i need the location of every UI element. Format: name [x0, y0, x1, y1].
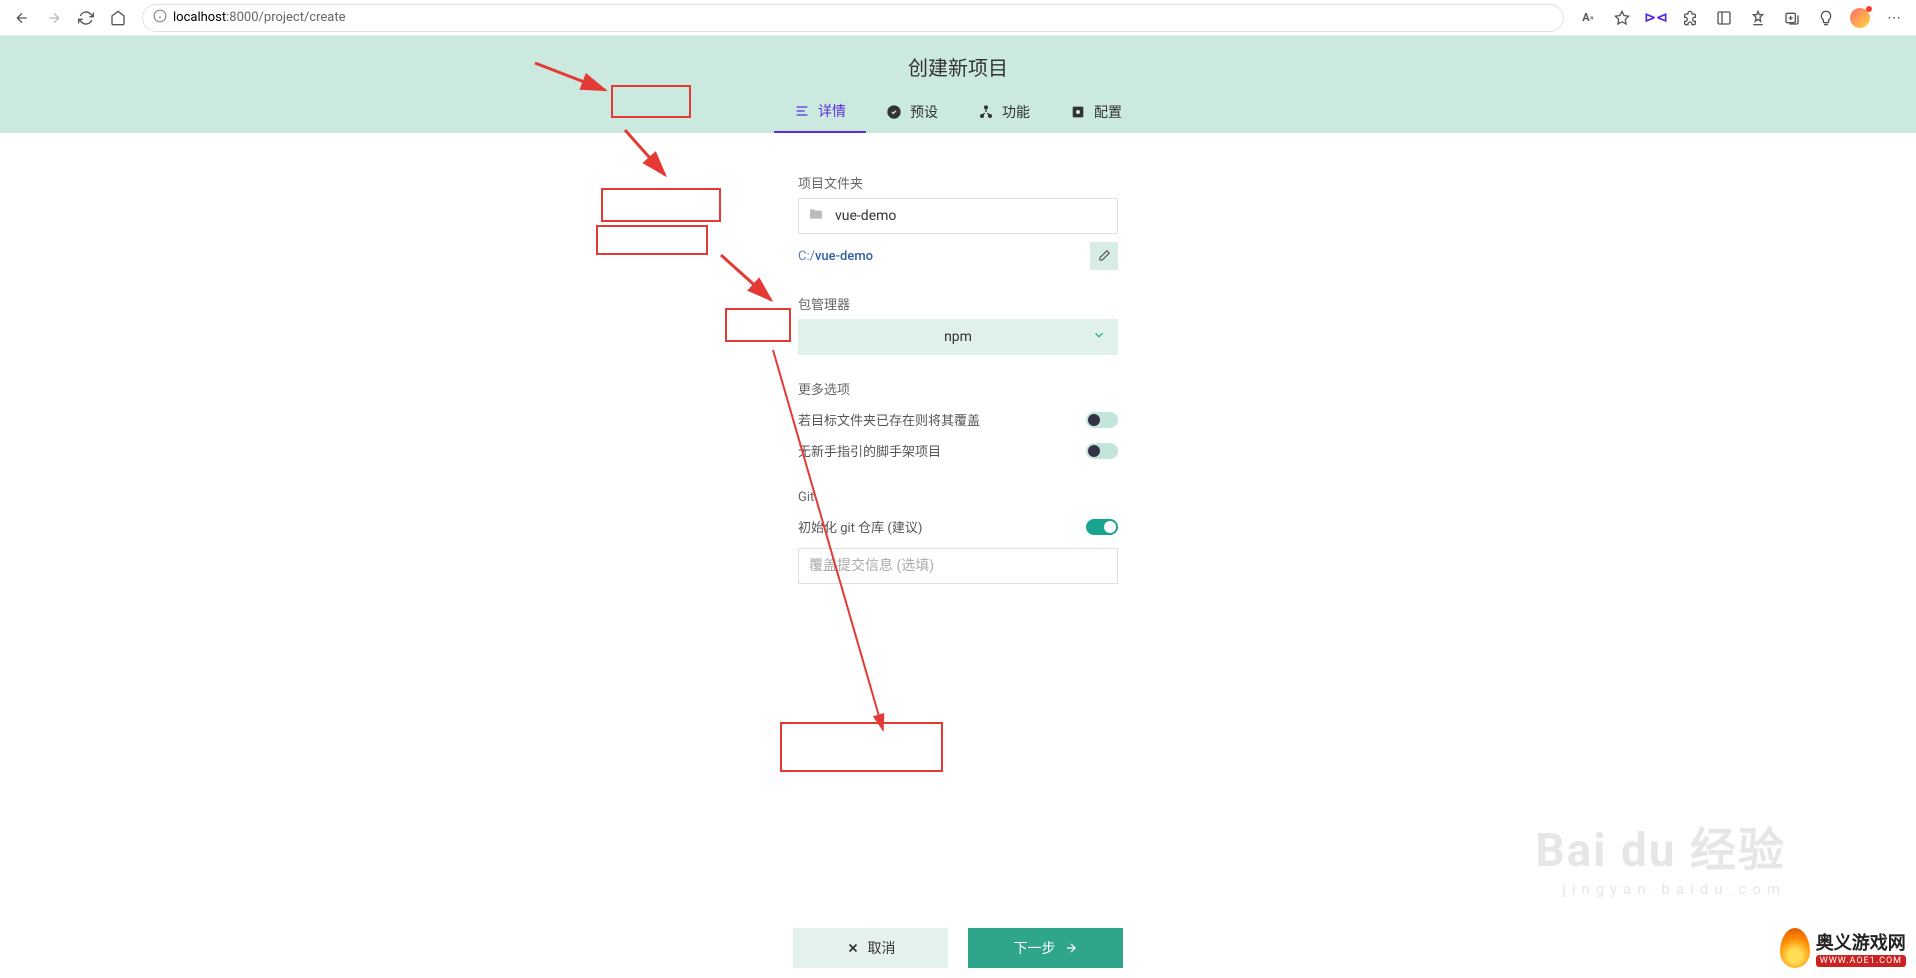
tab-features[interactable]: 功能: [958, 91, 1050, 133]
tab-label: 功能: [1002, 102, 1030, 122]
next-label: 下一步: [1014, 938, 1056, 958]
watermark-baidu-sub: jingyan.baidu.com: [1535, 880, 1786, 898]
split-icon[interactable]: [1710, 4, 1738, 32]
browser-right-icons: A» ⊳⊲ ⋯: [1574, 4, 1908, 32]
favorites-list-icon[interactable]: [1744, 4, 1772, 32]
chevron-down-icon: [1092, 328, 1106, 346]
more-options-label: 更多选项: [798, 379, 1118, 398]
form: 项目文件夹 C:/vue-demo 包管理器 npm 更多选项 若目标文件夹已存…: [798, 173, 1118, 584]
commit-message-input[interactable]: [798, 548, 1118, 584]
package-manager-select[interactable]: npm: [798, 319, 1118, 355]
overwrite-option: 若目标文件夹已存在则将其覆盖: [798, 404, 1118, 435]
project-path-row: C:/vue-demo: [798, 242, 1118, 270]
page-header: 创建新项目 详情 预设 功能 配置: [0, 36, 1916, 133]
url-port: :8000: [226, 10, 258, 25]
home-button[interactable]: [104, 4, 132, 32]
tab-config[interactable]: 配置: [1050, 91, 1142, 133]
info-icon: [153, 9, 167, 27]
folder-icon: [808, 206, 824, 226]
git-label: Git: [798, 490, 1118, 505]
url-path: /project/create: [259, 10, 346, 25]
bare-option: 无新手指引的脚手架项目: [798, 435, 1118, 466]
refresh-button[interactable]: [72, 4, 100, 32]
url-host: localhost: [173, 10, 226, 25]
pencil-icon: [1097, 249, 1111, 263]
favorite-icon[interactable]: [1608, 4, 1636, 32]
refresh-icon: [78, 10, 94, 26]
performance-icon[interactable]: [1812, 4, 1840, 32]
arrow-right-icon: [46, 10, 62, 26]
collections-icon[interactable]: [1778, 4, 1806, 32]
forward-button[interactable]: [40, 4, 68, 32]
extension-purple-icon[interactable]: ⊳⊲: [1642, 4, 1670, 32]
address-bar[interactable]: localhost :8000 /project/create: [142, 4, 1564, 32]
bare-label: 无新手指引的脚手架项目: [798, 441, 941, 460]
git-init-option: 初始化 git 仓库 (建议): [798, 511, 1118, 542]
watermark-baidu: Bai du 经验 jingyan.baidu.com: [1535, 814, 1786, 898]
tab-details[interactable]: 详情: [774, 91, 866, 133]
tab-preset[interactable]: 预设: [866, 91, 958, 133]
home-icon: [110, 10, 126, 26]
git-init-toggle[interactable]: [1086, 519, 1118, 535]
read-aloud-icon[interactable]: A»: [1574, 4, 1602, 32]
project-folder-label: 项目文件夹: [798, 173, 1118, 192]
tab-label: 配置: [1094, 102, 1122, 122]
cancel-label: 取消: [868, 938, 896, 958]
project-name-input[interactable]: [798, 198, 1118, 234]
browser-toolbar: localhost :8000 /project/create A» ⊳⊲ ⋯: [0, 0, 1916, 36]
page-title: 创建新项目: [0, 52, 1916, 91]
more-button[interactable]: ⋯: [1880, 4, 1908, 32]
close-icon: [846, 941, 860, 955]
list-icon: [794, 103, 810, 119]
check-circle-icon: [886, 104, 902, 120]
package-manager-label: 包管理器: [798, 294, 1118, 313]
main-content: 项目文件夹 C:/vue-demo 包管理器 npm 更多选项 若目标文件夹已存…: [0, 133, 1916, 684]
watermark-baidu-text: Bai du 经验: [1535, 824, 1786, 878]
overwrite-label: 若目标文件夹已存在则将其覆盖: [798, 410, 980, 429]
back-button[interactable]: [8, 4, 36, 32]
package-manager-value: npm: [944, 329, 972, 345]
annotation-box: [780, 722, 943, 772]
settings-icon: [1070, 104, 1086, 120]
arrow-left-icon: [14, 10, 30, 26]
cancel-button[interactable]: 取消: [793, 928, 948, 968]
network-icon: [978, 104, 994, 120]
project-name-wrapper: [798, 198, 1118, 234]
arrow-right-icon: [1064, 941, 1078, 955]
path-value: vue-demo: [815, 249, 873, 264]
next-button[interactable]: 下一步: [968, 928, 1123, 968]
tabs: 详情 预设 功能 配置: [0, 91, 1916, 133]
git-init-label: 初始化 git 仓库 (建议): [798, 517, 922, 536]
bottom-bar: 取消 下一步: [0, 908, 1916, 978]
bare-toggle[interactable]: [1086, 443, 1118, 459]
project-path: C:/vue-demo: [798, 249, 873, 264]
avatar-icon: [1850, 8, 1870, 28]
profile-button[interactable]: [1846, 4, 1874, 32]
edit-path-button[interactable]: [1090, 242, 1118, 270]
extensions-icon[interactable]: [1676, 4, 1704, 32]
tab-label: 预设: [910, 102, 938, 122]
path-prefix: C:/: [798, 249, 815, 264]
tab-label: 详情: [818, 101, 846, 121]
overwrite-toggle[interactable]: [1086, 412, 1118, 428]
